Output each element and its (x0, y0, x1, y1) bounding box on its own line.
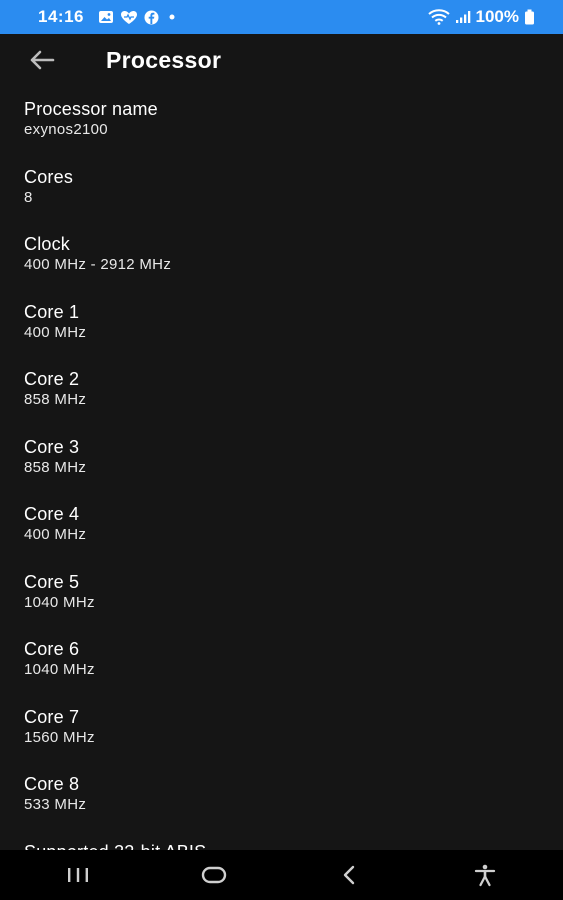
list-item-supported-32bit-abis: Supported 32-bit ABIS (0, 829, 563, 851)
item-label: Core 8 (24, 774, 80, 794)
item-label: Cores (24, 166, 74, 187)
home-button[interactable] (184, 853, 244, 897)
heart-icon (120, 10, 138, 25)
item-value: 8 (24, 188, 33, 206)
list-item-core-5: Core 5 1040 MHz (0, 559, 563, 627)
list-item-clock: Clock 400 MHz - 2912 MHz (0, 221, 563, 289)
facebook-icon (144, 10, 159, 25)
wifi-icon (427, 9, 450, 25)
home-icon (201, 866, 226, 884)
processor-info-list[interactable]: Processor name exynos2100 Cores 8 Clock … (0, 86, 563, 850)
gallery-icon (98, 10, 114, 24)
list-item-core-8: Core 8 533 MHz (0, 761, 563, 829)
item-value: 1040 MHz (24, 661, 95, 678)
signal-icon (455, 10, 471, 24)
list-item-core-2: Core 2 858 MHz (0, 356, 563, 424)
item-label: Processor name (24, 99, 158, 119)
item-label: Supported 32-bit ABIS (24, 829, 563, 851)
recents-icon (67, 868, 88, 882)
list-item-processor-name: Processor name exynos2100 (0, 86, 563, 154)
nav-back-button[interactable] (319, 853, 379, 897)
battery-percent: 100% (475, 7, 519, 26)
status-time: 14:16 (38, 7, 84, 26)
arrow-left-icon (30, 50, 55, 70)
status-bar: 14:16 100% (0, 0, 563, 34)
item-value: 400 MHz - 2912 MHz (24, 256, 172, 273)
item-label: Core 2 (24, 369, 80, 389)
item-value: 400 MHz (24, 323, 87, 341)
item-label: Core 7 (24, 706, 80, 727)
navigation-bar (0, 850, 563, 900)
item-value: 1560 MHz (24, 728, 95, 746)
list-item-core-3: Core 3 858 MHz (0, 424, 563, 492)
status-right: 100% (427, 7, 535, 27)
item-value: 533 MHz (24, 796, 87, 813)
list-item-core-1: Core 1 400 MHz (0, 289, 563, 357)
item-label: Core 6 (24, 639, 80, 659)
app-bar: Processor (0, 34, 563, 86)
accessibility-icon (474, 864, 496, 887)
list-item-cores: Cores 8 (0, 154, 563, 222)
item-value: 400 MHz (24, 526, 87, 543)
item-value: 1040 MHz (24, 593, 95, 611)
item-value: exynos2100 (24, 121, 108, 138)
back-icon (344, 865, 355, 885)
item-label: Core 5 (24, 571, 80, 592)
item-label: Core 4 (24, 504, 80, 524)
item-label: Clock (24, 234, 71, 254)
item-value: 858 MHz (24, 458, 87, 476)
list-item-core-6: Core 6 1040 MHz (0, 626, 563, 694)
recents-button[interactable] (48, 853, 108, 897)
back-button[interactable] (20, 38, 64, 82)
item-label: Core 1 (24, 301, 80, 322)
item-value: 858 MHz (24, 391, 87, 408)
page-title: Processor (106, 46, 222, 73)
dot-icon (165, 10, 179, 24)
accessibility-button[interactable] (455, 853, 515, 897)
list-item-core-4: Core 4 400 MHz (0, 491, 563, 559)
battery-icon (524, 9, 535, 25)
notification-icons (98, 10, 179, 25)
item-label: Core 3 (24, 436, 80, 457)
list-item-core-7: Core 7 1560 MHz (0, 694, 563, 762)
